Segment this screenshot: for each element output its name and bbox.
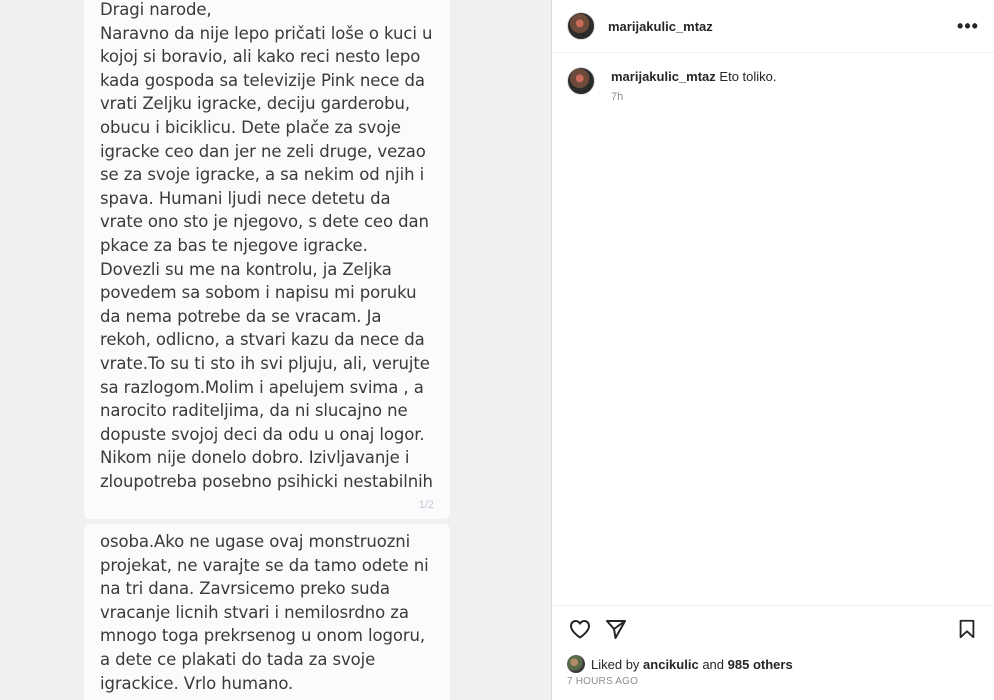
avatar[interactable] [567,12,595,40]
liked-by-user[interactable]: ancikulic [643,657,699,672]
like-button[interactable] [565,614,595,644]
avatar[interactable] [567,655,585,673]
likes-prefix: Liked by [591,656,640,672]
post-details-panel: marijakulic_mtaz ••• marijakulic_mtaz Et… [553,0,994,700]
message-bubble: Dragi narode, Naravno da nije lepo priča… [84,0,450,519]
comment-line: marijakulic_mtaz Eto toliko. [611,69,777,85]
message-bubble: osoba.Ako ne ugase ovaj monstruozni proj… [84,524,450,700]
comment-text: Eto toliko. [719,69,777,84]
comment-body: marijakulic_mtaz Eto toliko. 7h [611,67,777,103]
message-text: osoba.Ako ne ugase ovaj monstruozni proj… [100,532,429,693]
post-image: Dragi narode, Naravno da nije lepo priča… [0,0,552,700]
message-text: Dragi narode, Naravno da nije lepo priča… [100,0,433,491]
likes-summary: Liked by ancikulic and 985 others [567,655,793,673]
action-bar [553,605,994,651]
author-username[interactable]: marijakulic_mtaz [608,19,713,34]
bookmark-icon [959,619,975,638]
share-button[interactable] [601,614,631,644]
comment-username[interactable]: marijakulic_mtaz [611,69,716,84]
more-options-icon[interactable]: ••• [956,14,980,38]
save-button[interactable] [952,614,982,644]
likes-others-link[interactable]: 985 others [728,657,793,672]
avatar[interactable] [567,67,595,95]
page-counter: 1/2 [418,499,434,511]
paper-plane-icon [606,619,626,639]
caption-comment: marijakulic_mtaz Eto toliko. 7h [567,67,980,103]
comments-section: marijakulic_mtaz Eto toliko. 7h [553,53,994,605]
comment-time[interactable]: 7h [611,91,777,103]
likes-and: and [702,656,725,672]
post-header: marijakulic_mtaz ••• [553,0,994,53]
post-date[interactable]: 7 HOURS AGO [567,676,638,687]
heart-icon [570,619,590,638]
